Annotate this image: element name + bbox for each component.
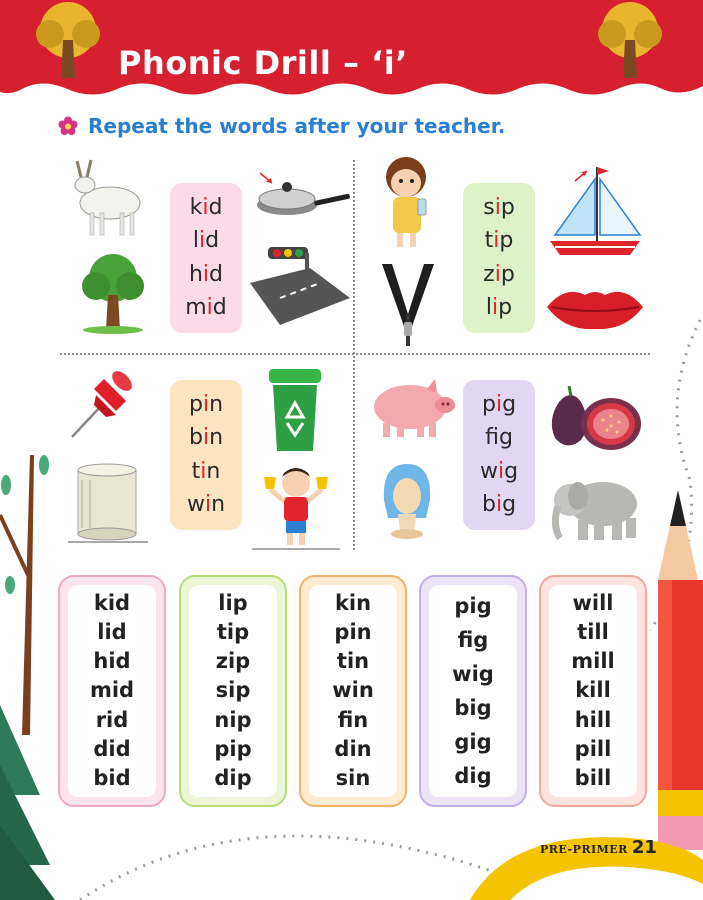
decorative-yellow-swoosh [470, 837, 703, 900]
page-title: Phonic Drill – ‘i’ [118, 44, 408, 82]
page-number: 21 [631, 837, 657, 858]
decorative-pencil [658, 490, 703, 850]
instruction: Repeat the words after your teacher. [58, 114, 505, 138]
word: tip [484, 228, 514, 254]
word: zip [483, 261, 515, 287]
instruction-text: Repeat the words after your teacher. [88, 114, 506, 138]
frying-pan-lid-picture [257, 172, 350, 215]
word: lid [192, 228, 220, 254]
decorative-dotted-path [79, 319, 702, 900]
decorative-tree [0, 455, 55, 900]
goat-picture [74, 159, 141, 236]
series-label: PRE-PRIMER [540, 843, 628, 856]
girl-sipping-picture [386, 157, 427, 247]
word: sip [483, 194, 515, 220]
tree-icon [598, 2, 662, 78]
page-footer: PRE-PRIMER 21 [540, 837, 657, 858]
flower-icon [58, 116, 78, 135]
header-banner: Phonic Drill – ‘i’ [0, 0, 703, 100]
tree-icon [36, 2, 100, 78]
sailboat-picture [550, 167, 642, 255]
word: hid [188, 261, 224, 287]
word: kid [189, 194, 223, 220]
